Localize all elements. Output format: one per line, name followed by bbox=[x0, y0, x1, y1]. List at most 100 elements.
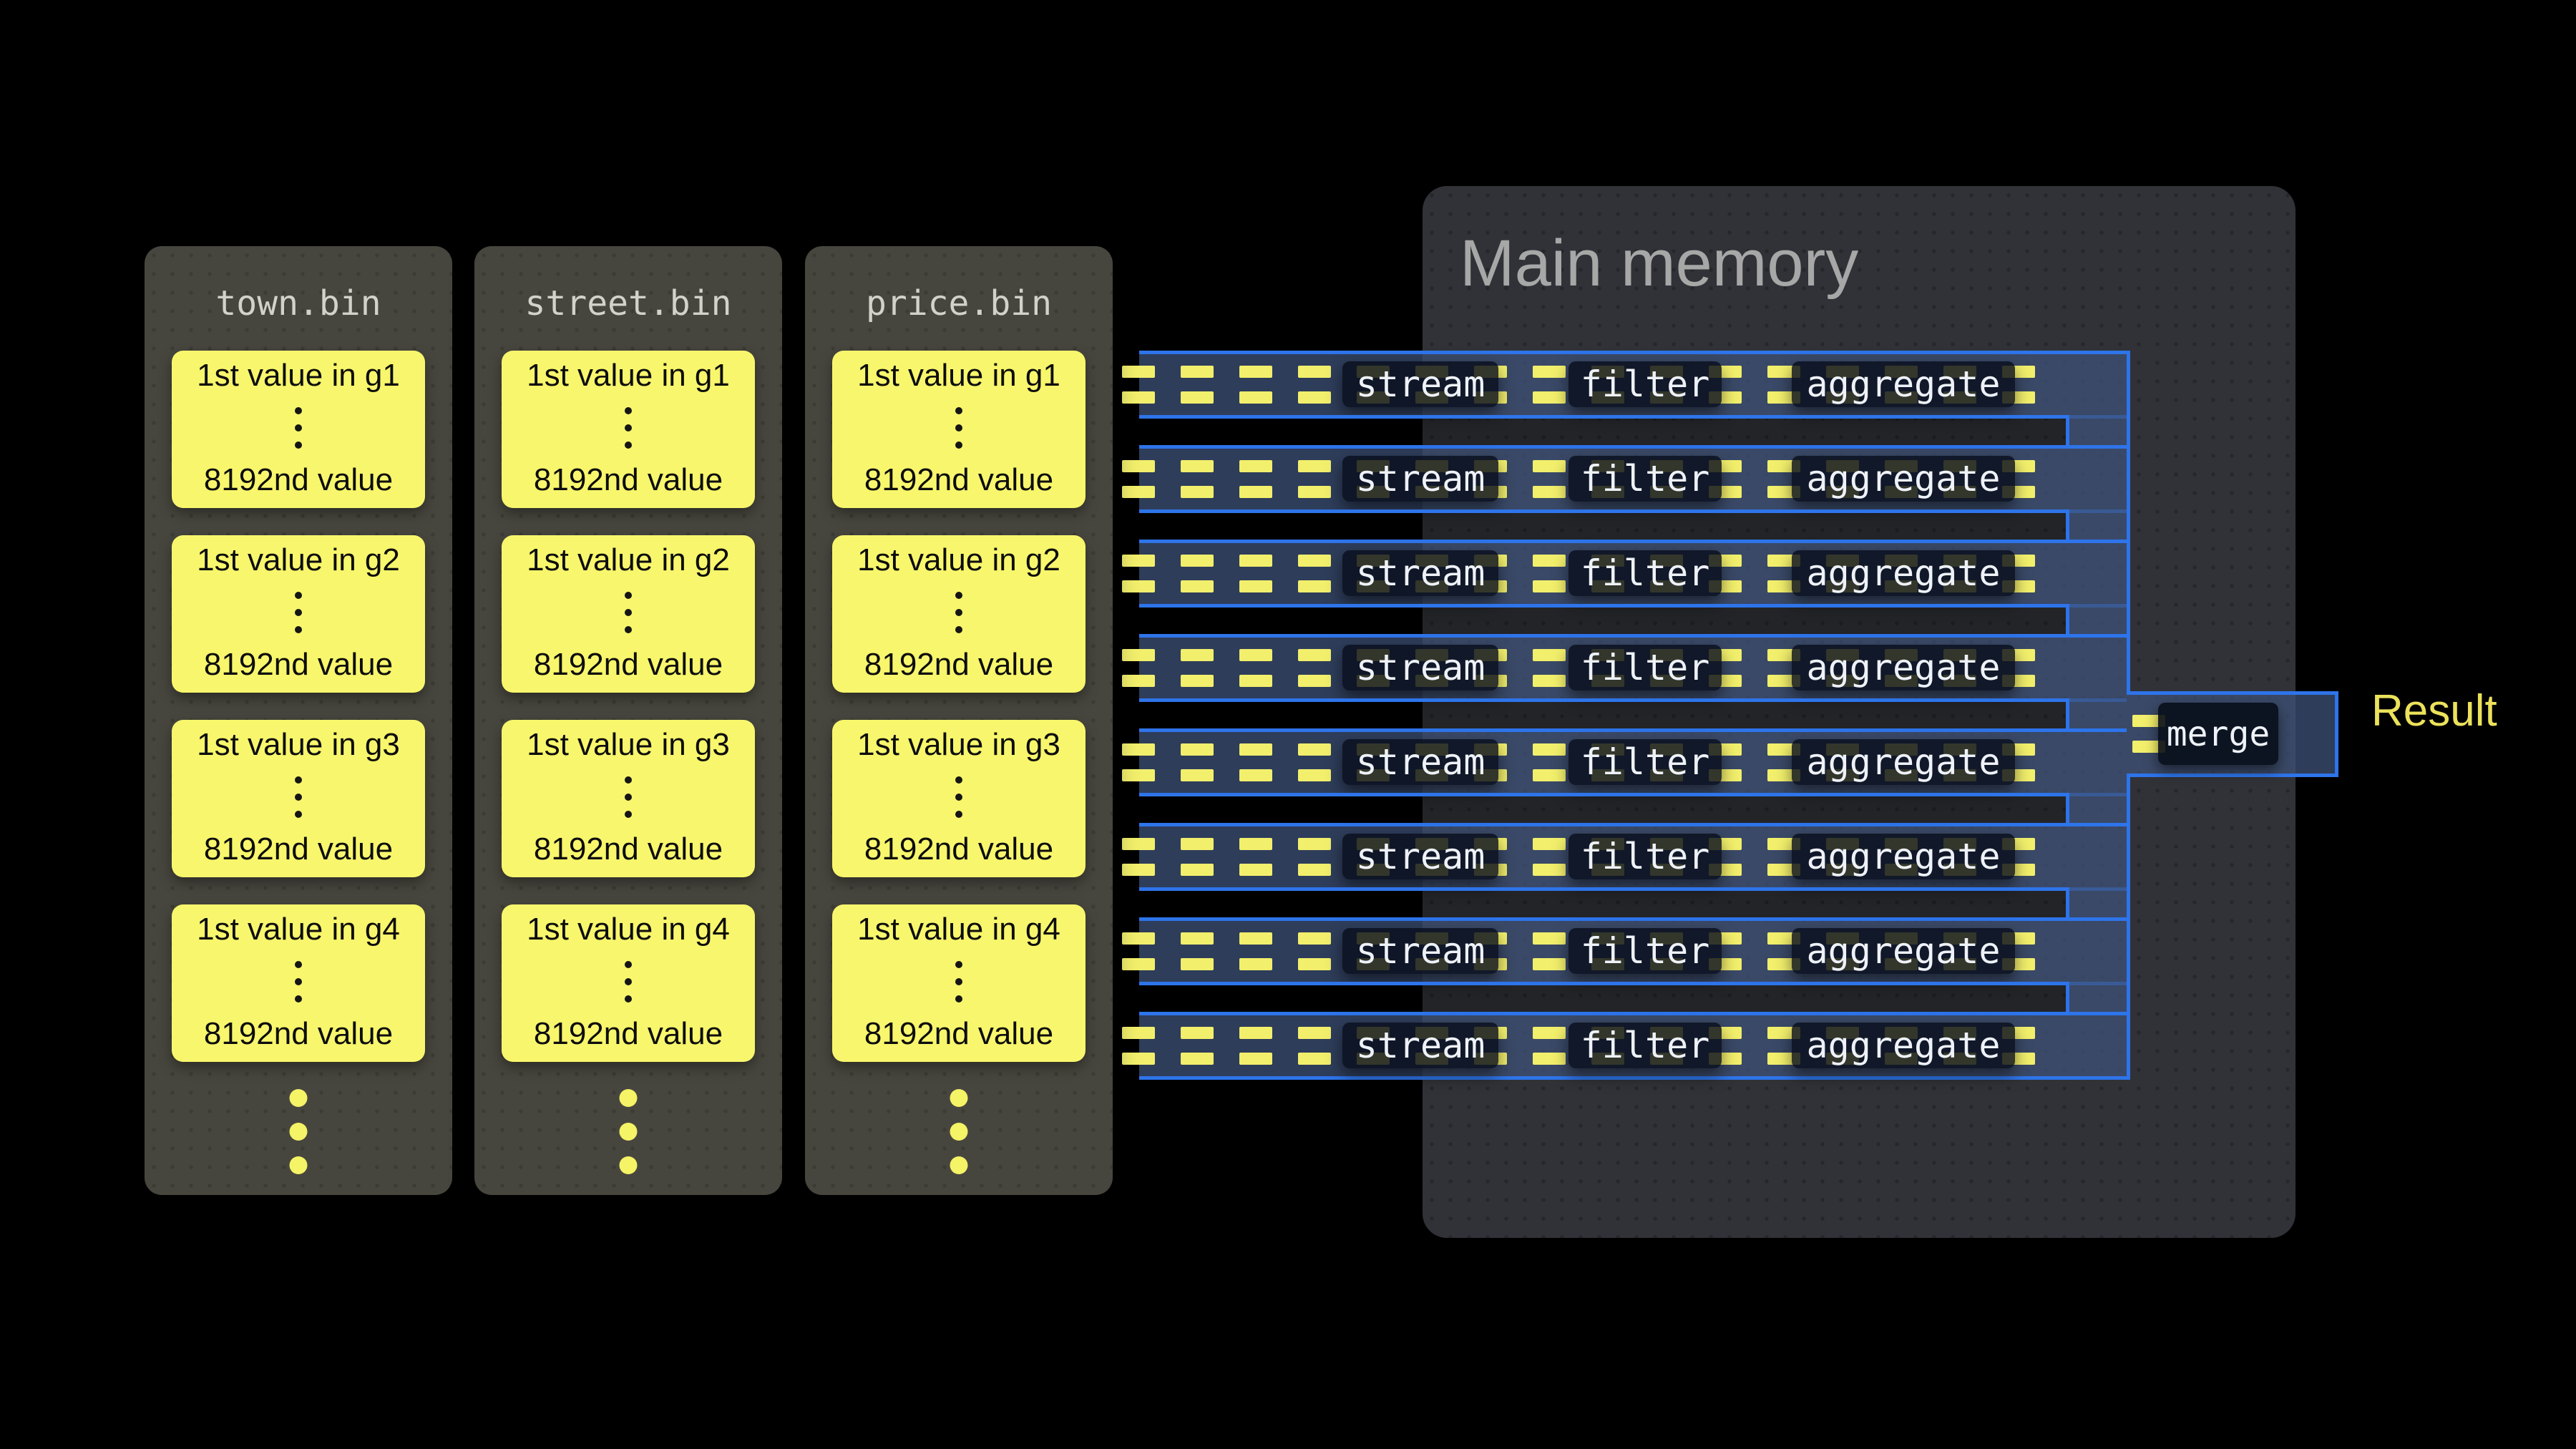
dot-icon bbox=[955, 995, 962, 1002]
ellipsis-dots-icon bbox=[625, 961, 632, 1002]
inter-lane-slot bbox=[1139, 698, 2069, 732]
dot-icon bbox=[955, 626, 962, 633]
dot-icon bbox=[625, 626, 632, 633]
data-chunk-equals-icon bbox=[1181, 460, 1214, 498]
data-chunk-equals-icon bbox=[1122, 649, 1155, 687]
data-chunk-equals-icon bbox=[1181, 366, 1214, 404]
value-block: 1st value in g28192nd value bbox=[172, 535, 425, 693]
dot-icon bbox=[955, 609, 962, 616]
value-block: 1st value in g48192nd value bbox=[502, 904, 755, 1062]
data-chunk-equals-icon bbox=[1298, 555, 1331, 592]
stage-label: filter bbox=[1581, 364, 1710, 405]
stage-label: aggregate bbox=[1807, 1025, 2001, 1066]
stage-label: stream bbox=[1356, 930, 1485, 972]
dot-icon bbox=[955, 978, 962, 985]
value-block: 1st value in g38192nd value bbox=[832, 720, 1085, 877]
stage-label: aggregate bbox=[1807, 458, 2001, 499]
value-block-top-label: 1st value in g1 bbox=[857, 358, 1060, 394]
inter-lane-slot bbox=[1139, 415, 2069, 449]
dot-icon bbox=[625, 609, 632, 616]
pipeline-lane: stream filter aggregate bbox=[1139, 351, 2127, 419]
stage-label: filter bbox=[1581, 458, 1710, 499]
inter-lane-slot bbox=[1139, 793, 2069, 826]
stage-box-filter: filter bbox=[1568, 361, 1722, 407]
data-chunk-equals-icon bbox=[1533, 838, 1566, 876]
stage-label: aggregate bbox=[1807, 836, 2001, 877]
stage-label: aggregate bbox=[1807, 552, 2001, 594]
dot-icon bbox=[295, 626, 302, 633]
dot-icon bbox=[620, 1156, 638, 1174]
dot-icon bbox=[625, 794, 632, 801]
value-block: 1st value in g18192nd value bbox=[172, 351, 425, 508]
pipeline-lane: streamfilteraggregate bbox=[1139, 540, 2127, 608]
data-chunk-equals-icon bbox=[1122, 1027, 1155, 1065]
stage-label: filter bbox=[1581, 741, 1710, 783]
diagram-root: Main memory streamfilteraggregatestreamf… bbox=[0, 0, 2576, 1449]
data-chunk-equals-icon bbox=[1533, 1027, 1566, 1065]
stage-box-stream: stream bbox=[1342, 739, 1498, 785]
dot-icon bbox=[295, 424, 302, 431]
stage-box-filter: filter bbox=[1568, 456, 1722, 502]
data-chunk-equals-icon bbox=[1239, 460, 1272, 498]
dot-icon bbox=[955, 811, 962, 818]
stage-box-aggregate: aggregate bbox=[1792, 361, 2015, 407]
value-block-top-label: 1st value in g3 bbox=[527, 727, 730, 763]
data-chunk-equals-icon bbox=[1533, 932, 1566, 970]
ellipsis-dots-icon bbox=[295, 407, 302, 449]
dot-icon bbox=[620, 1089, 638, 1107]
dot-icon bbox=[295, 407, 302, 414]
dot-icon bbox=[955, 424, 962, 431]
stage-box-stream: stream bbox=[1342, 550, 1498, 596]
value-block-bottom-label: 8192nd value bbox=[864, 1016, 1053, 1052]
data-chunk-equals-icon bbox=[1533, 555, 1566, 592]
value-block: 1st value in g28192nd value bbox=[502, 535, 755, 693]
value-block: 1st value in g38192nd value bbox=[172, 720, 425, 877]
dot-icon bbox=[295, 961, 302, 968]
data-chunk-equals-icon bbox=[1533, 649, 1566, 687]
dot-icon bbox=[295, 592, 302, 599]
dot-icon bbox=[295, 794, 302, 801]
value-block-top-label: 1st value in g2 bbox=[527, 542, 730, 578]
dot-icon bbox=[955, 776, 962, 784]
data-chunk-equals-icon bbox=[1533, 460, 1566, 498]
file-column-header: town.bin bbox=[145, 283, 452, 323]
stage-label: aggregate bbox=[1807, 741, 2001, 783]
value-block-bottom-label: 8192nd value bbox=[864, 647, 1053, 683]
ellipsis-dots-icon bbox=[955, 407, 962, 449]
stage-box-stream: stream bbox=[1342, 1023, 1498, 1068]
data-chunk-equals-icon bbox=[1239, 838, 1272, 876]
data-chunk-equals-icon bbox=[1122, 838, 1155, 876]
stage-box-filter: filter bbox=[1568, 928, 1722, 974]
data-chunk-equals-icon bbox=[1298, 932, 1331, 970]
stage-label: stream bbox=[1356, 364, 1485, 405]
dot-icon bbox=[290, 1123, 308, 1141]
stage-box-stream: stream bbox=[1342, 456, 1498, 502]
dot-icon bbox=[620, 1123, 638, 1141]
value-block-top-label: 1st value in g1 bbox=[527, 358, 730, 394]
stage-label: filter bbox=[1581, 1025, 1710, 1066]
dot-icon bbox=[625, 978, 632, 985]
stage-label: stream bbox=[1356, 741, 1485, 783]
value-block-top-label: 1st value in g4 bbox=[197, 912, 400, 947]
value-block: 1st value in g48192nd value bbox=[832, 904, 1085, 1062]
data-chunk-equals-icon bbox=[1122, 460, 1155, 498]
stage-box-stream: stream bbox=[1342, 645, 1498, 691]
stage-label: filter bbox=[1581, 930, 1710, 972]
stage-label: filter bbox=[1581, 836, 1710, 877]
merge-outlet: merge bbox=[2127, 691, 2338, 777]
data-chunk-equals-icon bbox=[1239, 932, 1272, 970]
data-chunk-equals-icon bbox=[1181, 743, 1214, 781]
data-chunk-equals-icon bbox=[1181, 838, 1214, 876]
data-chunk-equals-icon bbox=[1298, 649, 1331, 687]
value-block-top-label: 1st value in g1 bbox=[197, 358, 400, 394]
value-block-bottom-label: 8192nd value bbox=[864, 831, 1053, 867]
data-chunk-equals-icon bbox=[1298, 460, 1331, 498]
data-chunk-equals-icon bbox=[1239, 366, 1272, 404]
dot-icon bbox=[290, 1156, 308, 1174]
stage-label: filter bbox=[1581, 647, 1710, 688]
value-block-bottom-label: 8192nd value bbox=[534, 831, 723, 867]
ellipsis-dots-icon bbox=[295, 961, 302, 1002]
value-block-bottom-label: 8192nd value bbox=[204, 831, 393, 867]
stage-box-aggregate: aggregate bbox=[1792, 1023, 2015, 1068]
dot-icon bbox=[955, 441, 962, 449]
